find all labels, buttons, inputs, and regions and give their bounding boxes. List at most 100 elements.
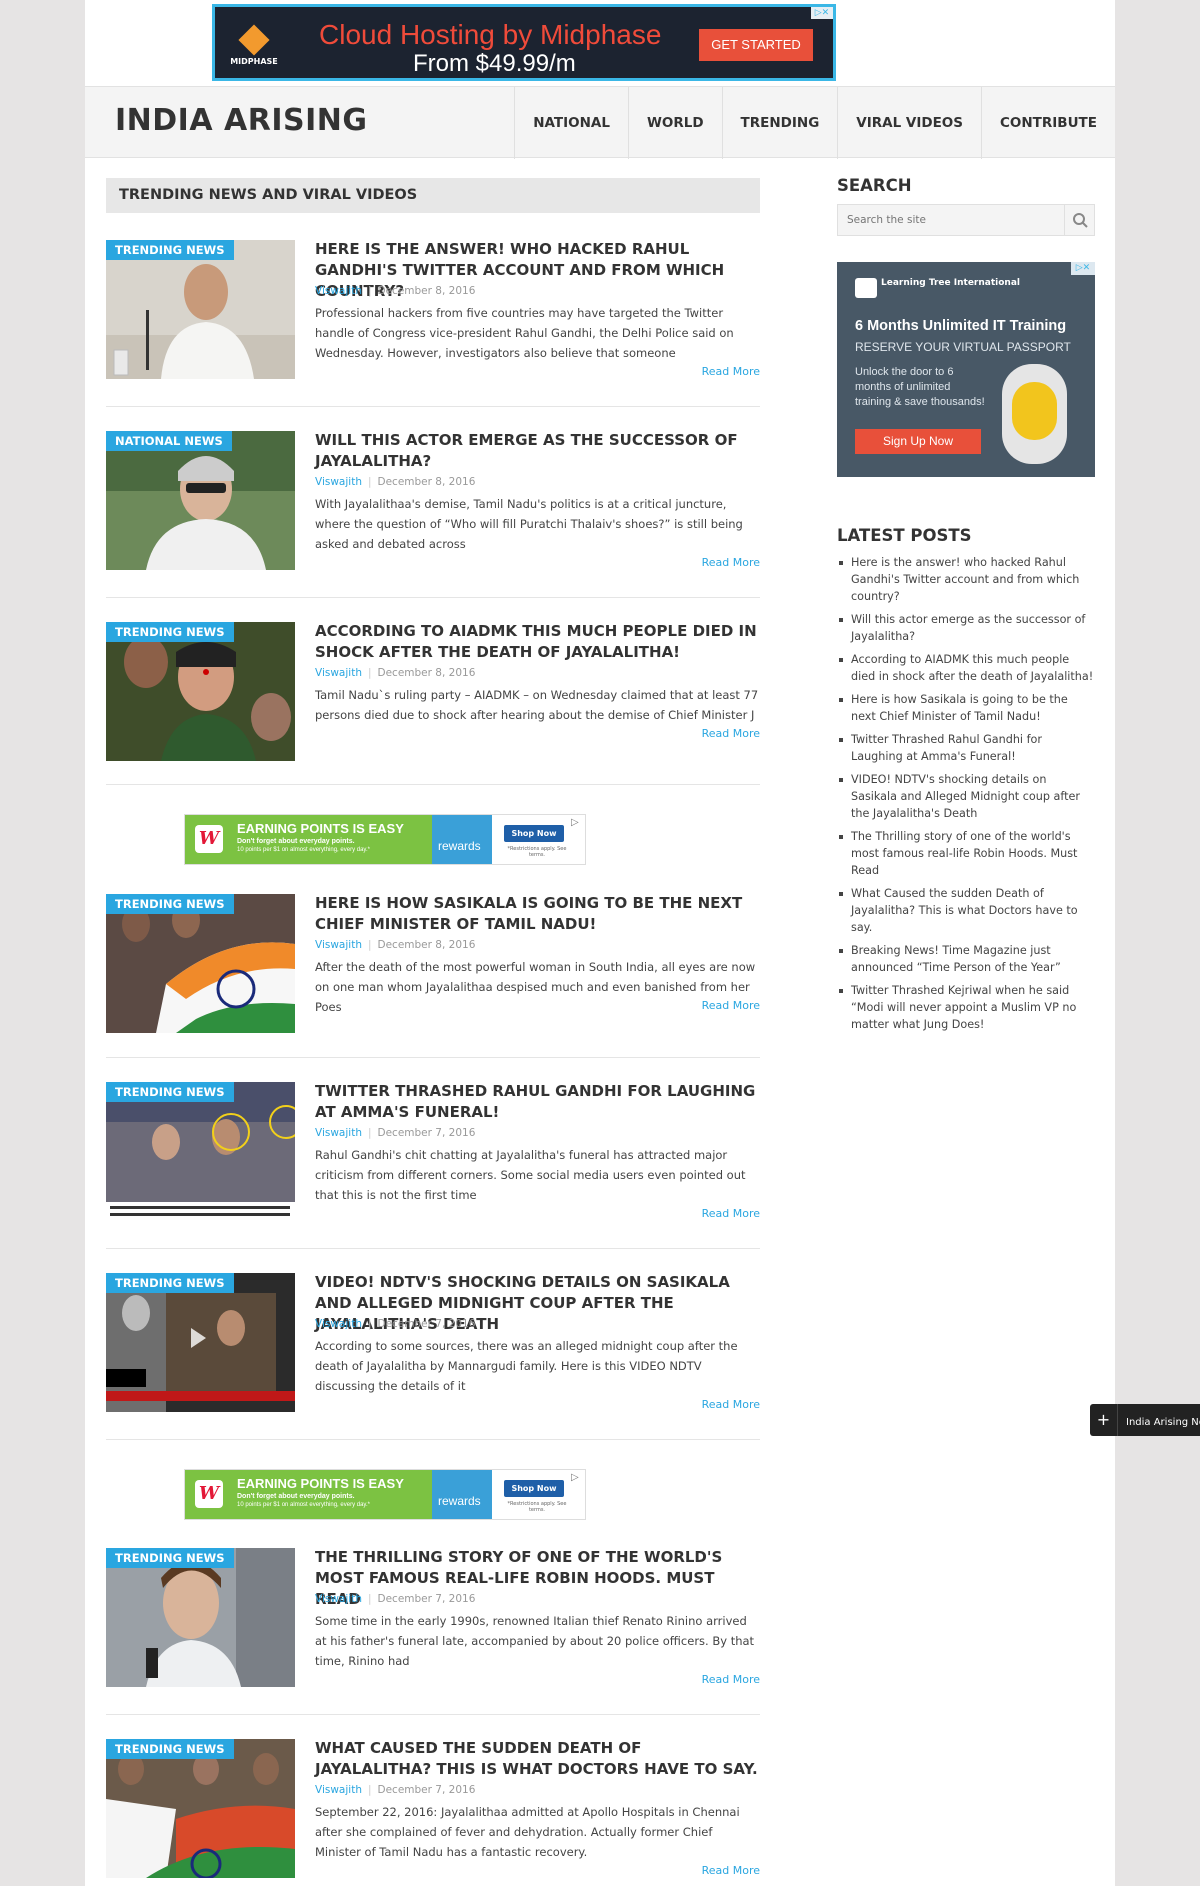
sign-up-now-button[interactable]: Sign Up Now [855,429,981,454]
inline-ad-line2: 10 points per $1 on almost everything, e… [237,1502,370,1508]
ad-get-started-button[interactable]: GET STARTED [699,29,813,61]
category-badge[interactable]: TRENDING NEWS [106,1082,234,1102]
article-excerpt: According to some sources, there was an … [315,1339,738,1393]
nav-item-viral-videos[interactable]: VIRAL VIDEOS [837,87,981,159]
divider [106,784,760,785]
ad-choices-icon[interactable]: ▷✕ [1071,262,1095,275]
category-badge[interactable]: NATIONAL NEWS [106,431,232,451]
read-more-link[interactable]: Read More [702,556,760,569]
floating-follow-widget[interactable]: + India Arising Ne [1090,1404,1200,1436]
category-badge[interactable]: TRENDING NEWS [106,622,234,642]
article-thumbnail[interactable]: NATIONAL NEWS [106,431,295,570]
ad-headline: Cloud Hosting by Midphase [319,19,662,50]
meta-separator: | [367,1593,372,1605]
article-author[interactable]: Viswajith [315,285,362,297]
latest-post-link[interactable]: VIDEO! NDTV's shocking details on Sasika… [837,771,1095,822]
article-title[interactable]: ACCORDING TO AIADMK THIS MUCH PEOPLE DIE… [315,621,760,663]
article-excerpt: Tamil Nadu`s ruling party – AIADMK – on … [315,688,759,722]
divider [106,597,760,598]
search-button[interactable] [1064,205,1094,235]
shop-now-button[interactable]: Shop Now [504,1480,564,1497]
article-date: December 7, 2016 [377,1127,476,1139]
latest-post-link[interactable]: What Caused the sudden Death of Jayalali… [837,885,1095,936]
article-date: December 7, 2016 [377,1318,476,1330]
article-author[interactable]: Viswajith [315,1127,362,1139]
article: TRENDING NEWS VIDEO! NDTV'S SHOCKING DET… [106,1273,760,1412]
article-thumbnail[interactable]: TRENDING NEWS [106,1548,295,1687]
article-author[interactable]: Viswajith [315,1784,362,1796]
midphase-logo: MIDPHASE [225,17,283,73]
article-meta: Viswajith | December 8, 2016 [315,667,475,679]
site-header: INDIA ARISING NATIONAL WORLD TRENDING VI… [85,86,1115,159]
ad-choices-icon[interactable]: ▷ [571,817,583,829]
nav-item-world[interactable]: WORLD [627,87,722,159]
latest-post-link[interactable]: Twitter Thrashed Rahul Gandhi for Laughi… [837,731,1095,765]
side-ad-headline: 6 Months Unlimited IT Training [855,318,1067,334]
category-badge[interactable]: TRENDING NEWS [106,1739,234,1759]
nav-item-trending[interactable]: TRENDING [721,87,838,159]
read-more-link[interactable]: Read More [702,1207,760,1220]
article-author[interactable]: Viswajith [315,1318,362,1330]
inline-ad-brand: rewards [432,815,492,864]
latest-post-link[interactable]: Here is how Sasikala is going to be the … [837,691,1095,725]
inline-ad[interactable]: W EARNING POINTS IS EASY Don't forget ab… [184,1469,586,1520]
read-more-link[interactable]: Read More [702,999,760,1012]
read-more-link[interactable]: Read More [702,727,760,740]
inline-ad[interactable]: W EARNING POINTS IS EASY Don't forget ab… [184,814,586,865]
nav-item-national[interactable]: NATIONAL [514,87,628,159]
key-lock-icon [1002,364,1067,464]
site-title[interactable]: INDIA ARISING [115,103,367,138]
meta-separator: | [367,1784,372,1796]
sidebar-ad[interactable]: Learning Tree International 6 Months Unl… [837,262,1095,477]
article-author[interactable]: Viswajith [315,667,362,679]
article-title[interactable]: WILL THIS ACTOR EMERGE AS THE SUCCESSOR … [315,430,760,472]
latest-post-link[interactable]: Twitter Thrashed Kejriwal when he said “… [837,982,1095,1033]
category-badge[interactable]: TRENDING NEWS [106,1548,234,1568]
meta-separator: | [367,1127,372,1139]
article: TRENDING NEWS ACCORDING TO AIADMK THIS M… [106,622,760,761]
category-badge[interactable]: TRENDING NEWS [106,240,234,260]
article-title[interactable]: TWITTER THRASHED RAHUL GANDHI FOR LAUGHI… [315,1081,760,1123]
article-thumbnail[interactable]: TRENDING NEWS [106,1273,295,1412]
read-more-link[interactable]: Read More [702,365,760,378]
latest-post-link[interactable]: Here is the answer! who hacked Rahul Gan… [837,554,1095,605]
article-thumbnail[interactable]: TRENDING NEWS [106,894,295,1033]
article: TRENDING NEWS HERE IS THE ANSWER! WHO HA… [106,240,760,379]
article-thumbnail[interactable]: TRENDING NEWS [106,1082,295,1221]
article-meta: Viswajith | December 7, 2016 [315,1784,475,1796]
shop-now-button[interactable]: Shop Now [504,825,564,842]
latest-post-link[interactable]: Will this actor emerge as the successor … [837,611,1095,645]
article-date: December 7, 2016 [377,1784,476,1796]
article-thumbnail[interactable]: TRENDING NEWS [106,240,295,379]
latest-post-link[interactable]: The Thrilling story of one of the world'… [837,828,1095,879]
read-more-link[interactable]: Read More [702,1673,760,1686]
meta-separator: | [367,1318,372,1330]
learning-tree-logo: Learning Tree International [855,278,1020,298]
article-author[interactable]: Viswajith [315,476,362,488]
latest-post-link[interactable]: According to AIADMK this much people die… [837,651,1095,685]
category-badge[interactable]: TRENDING NEWS [106,1273,234,1293]
article-title[interactable]: WHAT CAUSED THE SUDDEN DEATH OF JAYALALI… [315,1738,760,1780]
article-date: December 8, 2016 [377,667,476,679]
inline-ad-fine-print: *Restrictions apply. See terms. [507,1501,567,1513]
inline-ad-fine-print: *Restrictions apply. See terms. [507,846,567,858]
ad-brand: MIDPHASE [230,57,278,66]
read-more-link[interactable]: Read More [702,1864,760,1877]
nav-item-contribute[interactable]: CONTRIBUTE [981,87,1115,159]
ad-choices-icon[interactable]: ▷✕ [811,7,833,19]
top-banner-ad[interactable]: MIDPHASE Cloud Hosting by Midphase From … [212,4,836,81]
article: TRENDING NEWS THE THRILLING STORY OF ONE… [106,1548,760,1687]
ad-choices-icon[interactable]: ▷ [571,1472,583,1484]
plus-icon[interactable]: + [1090,1404,1118,1436]
article-title[interactable]: HERE IS HOW SASIKALA IS GOING TO BE THE … [315,893,760,935]
article-thumbnail[interactable]: TRENDING NEWS [106,622,295,761]
article-author[interactable]: Viswajith [315,1593,362,1605]
article: TRENDING NEWS WHAT CAUSED THE SUDDEN DEA… [106,1739,760,1878]
article-thumbnail[interactable]: TRENDING NEWS [106,1739,295,1878]
latest-post-link[interactable]: Breaking News! Time Magazine just announ… [837,942,1095,976]
search-input[interactable] [838,205,1058,235]
read-more-link[interactable]: Read More [702,1398,760,1411]
article-author[interactable]: Viswajith [315,939,362,951]
category-badge[interactable]: TRENDING NEWS [106,894,234,914]
article-excerpt: Some time in the early 1990s, renowned I… [315,1614,755,1668]
